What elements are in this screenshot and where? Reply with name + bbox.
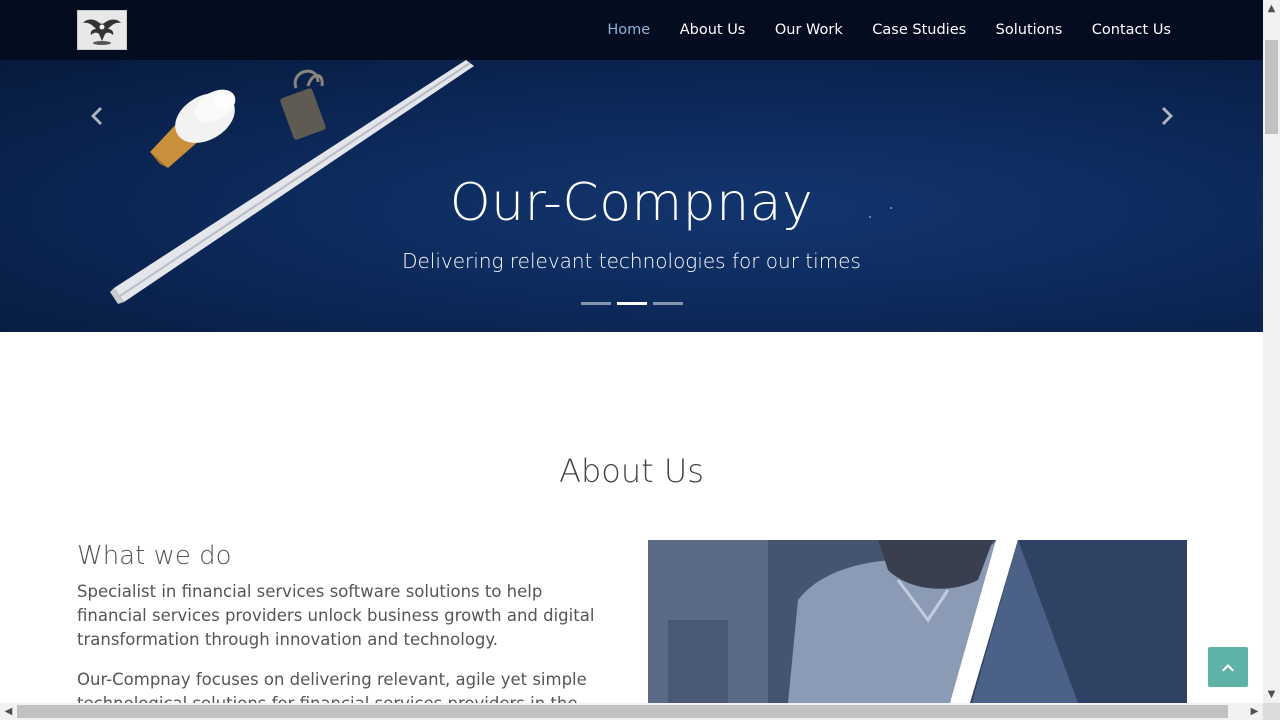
eagle-logo-icon[interactable] — [77, 10, 127, 50]
chevron-up-icon — [1222, 664, 1234, 672]
carousel-indicators — [581, 302, 689, 305]
carousel-indicator-1[interactable] — [581, 302, 611, 305]
scroll-left-arrow-icon[interactable]: ◀ — [0, 703, 17, 720]
carousel-next-button[interactable] — [1156, 104, 1180, 128]
chevron-right-icon — [1162, 107, 1173, 125]
scroll-up-arrow-icon[interactable]: ▲ — [1263, 0, 1280, 17]
nav-home[interactable]: Home — [607, 22, 650, 38]
carousel-indicator-3[interactable] — [653, 302, 683, 305]
hero-carousel: Our-Compnay Delivering relevant technolo… — [0, 60, 1263, 332]
about-image — [648, 540, 1187, 703]
about-paragraph-1: Specialist in financial services softwar… — [77, 582, 595, 649]
nav-case-studies[interactable]: Case Studies — [872, 22, 966, 38]
carousel-indicator-2[interactable] — [617, 302, 647, 305]
main-nav: Home About Us Our Work Case Studies Solu… — [578, 0, 1171, 60]
what-we-do-heading: What we do — [77, 541, 232, 571]
carousel-prev-button[interactable] — [84, 104, 108, 128]
nav-our-work[interactable]: Our Work — [775, 22, 843, 38]
chevron-left-icon — [91, 107, 102, 125]
nav-contact-us[interactable]: Contact Us — [1092, 22, 1171, 38]
hero-title: Our-Compnay — [449, 173, 814, 233]
about-section-title: About Us — [559, 452, 704, 490]
back-to-top-button[interactable] — [1208, 647, 1248, 687]
scroll-down-arrow-icon[interactable]: ▼ — [1263, 686, 1280, 703]
scrollbar-corner — [1263, 703, 1280, 720]
vertical-scroll-thumb[interactable] — [1265, 40, 1278, 134]
navbar: Home About Us Our Work Case Studies Solu… — [0, 0, 1263, 60]
nav-solutions[interactable]: Solutions — [996, 22, 1063, 38]
nav-about-us[interactable]: About Us — [680, 22, 746, 38]
horizontal-scroll-thumb[interactable] — [17, 705, 1228, 718]
scroll-right-arrow-icon[interactable]: ▶ — [1246, 703, 1263, 720]
hero-subtitle: Delivering relevant technologies for our… — [402, 249, 861, 273]
